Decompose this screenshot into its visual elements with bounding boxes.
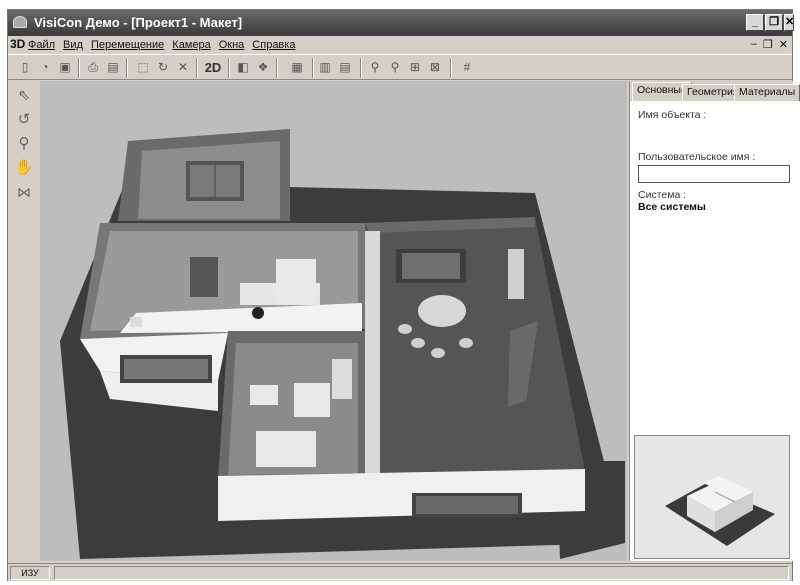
mdi-restore-button[interactable]: ❐ (763, 38, 773, 51)
table-icon[interactable]: ▦ (286, 59, 308, 76)
toolbar-separator (450, 58, 452, 78)
app-logo-3d: 3D (10, 37, 26, 51)
toolbar-separator (276, 58, 278, 78)
page-export-icon[interactable]: ▤ (336, 59, 354, 76)
system-value: Все системы (638, 201, 706, 213)
user-name-input[interactable] (638, 165, 790, 183)
mdi-minimize-button[interactable]: – (751, 38, 757, 51)
materials-icon[interactable]: ❖ (254, 59, 272, 76)
user-name-label: Пользовательское имя : (638, 151, 756, 163)
menu-view[interactable]: Вид (63, 39, 83, 51)
view-3d-icon[interactable]: ◧ (234, 59, 252, 76)
zoom-in-icon[interactable]: ⚲ (366, 59, 384, 76)
maximize-button[interactable]: ❐ (765, 14, 783, 31)
print-preview-icon[interactable]: ▤ (104, 59, 122, 76)
menu-file[interactable]: Файл (28, 39, 55, 51)
print-icon[interactable]: ⎙ (84, 59, 102, 76)
zoom-out-icon[interactable]: ⚲ (386, 59, 404, 76)
mdi-controls: – ❐ ✕ (751, 38, 788, 51)
status-mode: ИЗУ (10, 566, 50, 580)
panel-tabs: Основные Геометрия Материалы (630, 81, 800, 101)
menu-windows[interactable]: Окна (219, 39, 245, 51)
menu-help[interactable]: Справка (252, 39, 295, 51)
toolbar-separator (126, 58, 128, 78)
status-message-area (54, 566, 789, 580)
floorplan-3d-scene (60, 129, 625, 559)
toolbar-separator (78, 58, 80, 78)
mdi-close-button[interactable]: ✕ (779, 38, 788, 51)
window-title: VisiCon Демо - [Проект1 - Макет] (34, 15, 243, 30)
pan-hand-icon[interactable]: ✋ (14, 158, 34, 178)
mode-2d-button[interactable]: 2D (202, 59, 224, 76)
select-region-icon[interactable]: ⬚ (134, 59, 152, 76)
properties-panel: Основные Геометрия Материалы Имя объекта… (629, 81, 800, 561)
menu-bar: 3D Файл Вид Перемещение Камера Окна Спра… (8, 36, 792, 54)
walls-icon[interactable]: ⋈ (14, 184, 34, 204)
pointer-icon[interactable]: ⇖ (14, 86, 34, 106)
rotate-camera-icon[interactable]: ↻ (154, 59, 172, 76)
round-table (418, 295, 466, 327)
grid-icon[interactable]: # (458, 59, 476, 76)
close-button[interactable]: ✕ (784, 14, 794, 31)
zoom-fit-icon[interactable]: ⊠ (426, 59, 444, 76)
3d-viewport[interactable] (40, 81, 627, 561)
rotate-icon[interactable]: ↺ (14, 110, 34, 130)
system-label: Система : (638, 189, 687, 201)
minimap-3d-preview (665, 476, 775, 546)
toolbar: ▯ ◔ ▣ ⎙ ▤ ⬚ ↻ ✕ 2D ◧ ❖ ▦ ▥ ▤ ⚲ ⚲ ⊞ ⊠ # (8, 54, 792, 80)
toolbar-separator (196, 58, 198, 78)
minimize-button[interactable]: _ (746, 14, 764, 31)
title-bar: VisiCon Демо - [Проект1 - Макет] _ ❐ ✕ (8, 10, 794, 36)
menu-items: Файл Вид Перемещение Камера Окна Справка (28, 39, 295, 51)
left-toolstrip: ⇖ ↺ ⚲ ✋ ⋈ (8, 80, 40, 570)
page-icon[interactable]: ▥ (316, 59, 334, 76)
toolbar-separator (360, 58, 362, 78)
menu-move[interactable]: Перемещение (91, 39, 164, 51)
new-file-icon[interactable]: ▯ (16, 59, 34, 76)
tab-materials[interactable]: Материалы (734, 84, 800, 101)
save-icon[interactable]: ▣ (56, 59, 74, 76)
app-window: VisiCon Демо - [Проект1 - Макет] _ ❐ ✕ 3… (7, 9, 800, 581)
status-bar: ИЗУ (8, 563, 792, 581)
toolbar-separator (312, 58, 314, 78)
app-icon[interactable] (13, 16, 27, 28)
zoom-icon[interactable]: ⚲ (14, 134, 34, 154)
menu-camera[interactable]: Камера (172, 39, 210, 51)
toolbar-separator (228, 58, 230, 78)
open-file-icon[interactable]: ◔ (36, 59, 54, 76)
zoom-region-icon[interactable]: ⊞ (406, 59, 424, 76)
overview-minimap[interactable] (634, 435, 790, 559)
delete-icon[interactable]: ✕ (174, 59, 192, 76)
object-name-label: Имя объекта : (638, 109, 707, 121)
